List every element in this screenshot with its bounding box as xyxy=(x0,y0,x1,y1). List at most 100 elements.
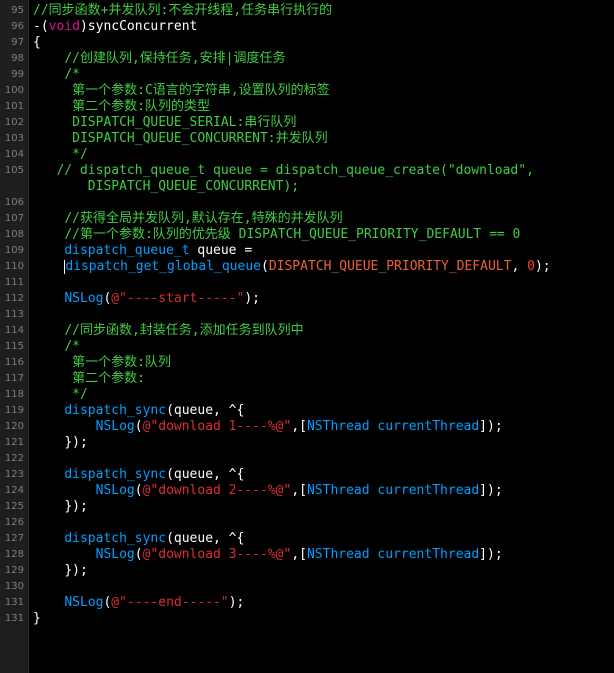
code-line[interactable]: 117 第二个参数: xyxy=(0,371,614,387)
line-code: } xyxy=(33,611,41,627)
line-number: 101 xyxy=(4,101,24,112)
code-line[interactable]: 122 xyxy=(0,451,614,467)
line-number: 95 xyxy=(11,5,24,16)
code-line[interactable]: 124 NSLog(@"download 2----%@",[NSThread … xyxy=(0,483,614,499)
code-token: 第二个参数: xyxy=(72,371,145,386)
code-token: @"download 2----%@" xyxy=(142,483,292,498)
code-token: NSThread xyxy=(306,483,370,498)
line-number: 121 xyxy=(4,437,24,448)
code-line[interactable]: 95 //同步函数+并发队列:不会开线程,任务串行执行的 xyxy=(0,3,614,19)
code-line[interactable]: 103 DISPATCH_QUEUE_CONCURRENT:并发队列 xyxy=(0,131,614,147)
code-line[interactable]: 114 //同步函数,封装任务,添加任务到队列中 xyxy=(0,323,614,339)
code-token: void xyxy=(48,19,80,34)
code-token: }); xyxy=(64,435,88,450)
code-token: ,[ xyxy=(291,419,307,434)
code-line[interactable]: 131 NSLog(@"----end-----"); xyxy=(0,595,614,611)
code-line[interactable]: 125 }); xyxy=(0,499,614,515)
code-token: NSLog xyxy=(95,547,135,562)
code-line[interactable]: 127 dispatch_sync(queue, ^{ xyxy=(0,531,614,547)
code-token: 第一个参数:队列 xyxy=(72,355,171,370)
code-line[interactable]: 131} xyxy=(0,611,614,627)
code-token: DISPATCH_QUEUE_SERIAL:串行队列 xyxy=(72,115,297,130)
code-token: 0 xyxy=(527,259,535,274)
line-code: -(void)syncConcurrent xyxy=(33,19,197,35)
code-line[interactable]: 107 //获得全局并发队列,默认存在,特殊的并发队列 xyxy=(0,211,614,227)
code-line[interactable]: 109 dispatch_queue_t queue = xyxy=(0,243,614,259)
code-token: /* xyxy=(64,67,80,82)
code-line[interactable]: 108 //第一个参数:队列的优先级 DISPATCH_QUEUE_PRIORI… xyxy=(0,227,614,243)
line-number: 107 xyxy=(4,213,24,224)
line-number: 129 xyxy=(4,565,24,576)
code-line[interactable]: 123 dispatch_sync(queue, ^{ xyxy=(0,467,614,483)
code-line[interactable]: 128 NSLog(@"download 3----%@",[NSThread … xyxy=(0,547,614,563)
code-line[interactable]: 119 dispatch_sync(queue, ^{ xyxy=(0,403,614,419)
code-editor[interactable]: 95 //同步函数+并发队列:不会开线程,任务串行执行的 96 -(void)sync… xyxy=(0,0,614,673)
code-line[interactable]: 99 /* xyxy=(0,67,614,83)
code-line[interactable]: 120 NSLog(@"download 1----%@",[NSThread … xyxy=(0,419,614,435)
code-token: dispatch_sync xyxy=(64,403,167,418)
line-code: // dispatch_queue_t queue = dispatch_que… xyxy=(33,163,533,179)
code-line[interactable]: 97 { xyxy=(0,35,614,51)
code-line[interactable]: 116 第一个参数:队列 xyxy=(0,355,614,371)
code-line[interactable]: 105 // dispatch_queue_t queue = dispatch… xyxy=(0,163,614,179)
code-line[interactable]: 121 }); xyxy=(0,435,614,451)
code-line[interactable]: 110 dispatch_get_global_queue(DISPATCH_Q… xyxy=(0,259,614,275)
code-line[interactable]: 118 */ xyxy=(0,387,614,403)
line-number: 125 xyxy=(4,501,24,512)
code-line[interactable]: 129 }); xyxy=(0,563,614,579)
code-line[interactable]: 101 第二个参数:队列的类型 xyxy=(0,99,614,115)
code-line[interactable]: 115 /* xyxy=(0,339,614,355)
code-token: DISPATCH_QUEUE_PRIORITY_DEFAULT xyxy=(268,259,512,274)
code-line[interactable]: 111 xyxy=(0,275,614,291)
line-number: 104 xyxy=(4,149,24,160)
code-line[interactable]: 112 NSLog(@"----start-----"); xyxy=(0,291,614,307)
line-code: dispatch_sync(queue, ^{ xyxy=(33,403,244,419)
line-number: 106 xyxy=(4,197,24,208)
code-line[interactable]: 126 xyxy=(0,515,614,531)
code-line[interactable]: 106 xyxy=(0,195,614,211)
line-code: dispatch_sync(queue, ^{ xyxy=(33,531,244,547)
code-token: 第一个参数:C语言的字符串,设置队列的标签 xyxy=(72,83,330,98)
line-code: DISPATCH_QUEUE_CONCURRENT); xyxy=(33,179,299,195)
line-code: DISPATCH_QUEUE_SERIAL:串行队列 xyxy=(33,115,296,131)
code-line[interactable]: 96 -(void)syncConcurrent xyxy=(0,19,614,35)
code-line[interactable]: 102 DISPATCH_QUEUE_SERIAL:串行队列 xyxy=(0,115,614,131)
line-code: 第一个参数:C语言的字符串,设置队列的标签 xyxy=(33,83,330,99)
line-number: 102 xyxy=(4,117,24,128)
line-code: 第二个参数:队列的类型 xyxy=(33,99,210,115)
line-number: 105 xyxy=(4,165,24,176)
line-code: NSLog(@"----start-----"); xyxy=(33,291,260,307)
line-number: 117 xyxy=(4,373,24,384)
line-code: NSLog(@"----end-----"); xyxy=(33,595,244,611)
code-line[interactable]: 100 第一个参数:C语言的字符串,设置队列的标签 xyxy=(0,83,614,99)
code-line[interactable]: DISPATCH_QUEUE_CONCURRENT); xyxy=(0,179,614,195)
line-code: 第一个参数:队列 xyxy=(33,355,171,371)
code-token: -( xyxy=(33,19,49,34)
code-line[interactable]: 113 xyxy=(0,307,614,323)
code-line[interactable]: 98 //创建队列,保持任务,安排|调度任务 xyxy=(0,51,614,67)
code-token: dispatch_sync xyxy=(64,531,167,546)
code-line[interactable]: 104 */ xyxy=(0,147,614,163)
line-number: 108 xyxy=(4,229,24,240)
code-token: NSLog xyxy=(95,483,135,498)
code-token: @"download 1----%@" xyxy=(142,419,292,434)
line-code: }); xyxy=(33,563,87,579)
line-number: 99 xyxy=(11,69,24,80)
code-line[interactable]: 130 xyxy=(0,579,614,595)
code-token: NSLog xyxy=(64,291,104,306)
code-token: //第一个参数:队列的优先级 DISPATCH_QUEUE_PRIORITY_D… xyxy=(64,227,521,242)
code-token: dispatch_sync xyxy=(64,467,167,482)
code-token: */ xyxy=(72,387,88,402)
code-token: dispatch_queue_t xyxy=(64,243,190,258)
